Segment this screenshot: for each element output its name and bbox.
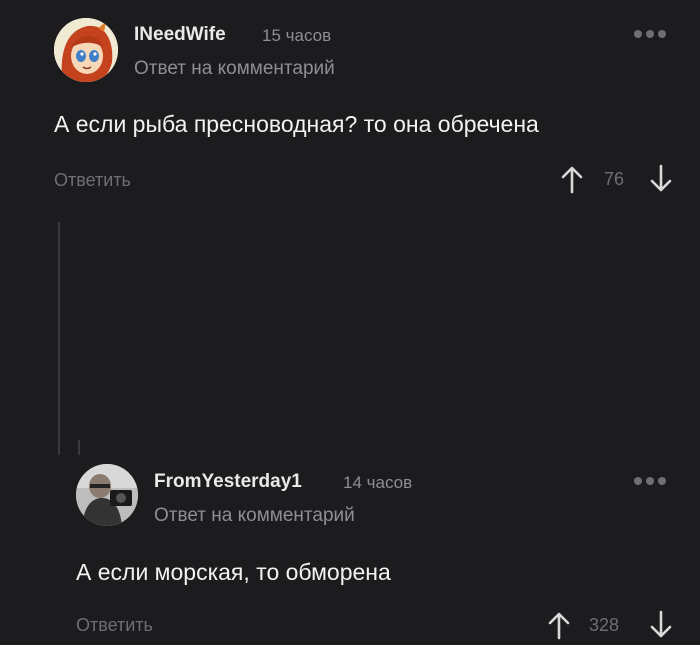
avatar[interactable] (76, 464, 138, 526)
reply-button[interactable]: Ответить (76, 615, 153, 636)
more-dots-icon[interactable] (634, 30, 666, 38)
comment-text: А если рыба пресноводная? то она обречен… (54, 111, 539, 137)
avatar[interactable] (54, 18, 118, 82)
timestamp: 14 часов (343, 473, 413, 492)
arrow-down-icon[interactable] (649, 164, 673, 199)
timestamp: 15 часов (262, 26, 332, 45)
photo-avatar-icon (76, 464, 138, 526)
thread-line (78, 440, 80, 455)
arrow-up-icon[interactable] (560, 164, 584, 199)
vote-count: 328 (589, 615, 620, 635)
vote-count: 76 (604, 169, 625, 189)
anime-girl-avatar-icon (54, 18, 118, 82)
comment-text: А если морская, то обморена (76, 559, 391, 585)
reply-button[interactable]: Ответить (54, 170, 131, 191)
username[interactable]: INeedWife (134, 24, 226, 46)
comment: FromYesterday1 14 часов Ответ на коммент… (0, 220, 700, 640)
comment: INeedWife 15 часов Ответ на комментарий … (0, 0, 700, 210)
username[interactable]: FromYesterday1 (154, 471, 302, 493)
reply-note[interactable]: Ответ на комментарий (134, 58, 335, 80)
arrow-down-icon[interactable] (649, 610, 673, 645)
arrow-up-icon[interactable] (547, 610, 571, 645)
more-dots-icon[interactable] (634, 477, 666, 485)
reply-note[interactable]: Ответ на комментарий (154, 505, 355, 527)
